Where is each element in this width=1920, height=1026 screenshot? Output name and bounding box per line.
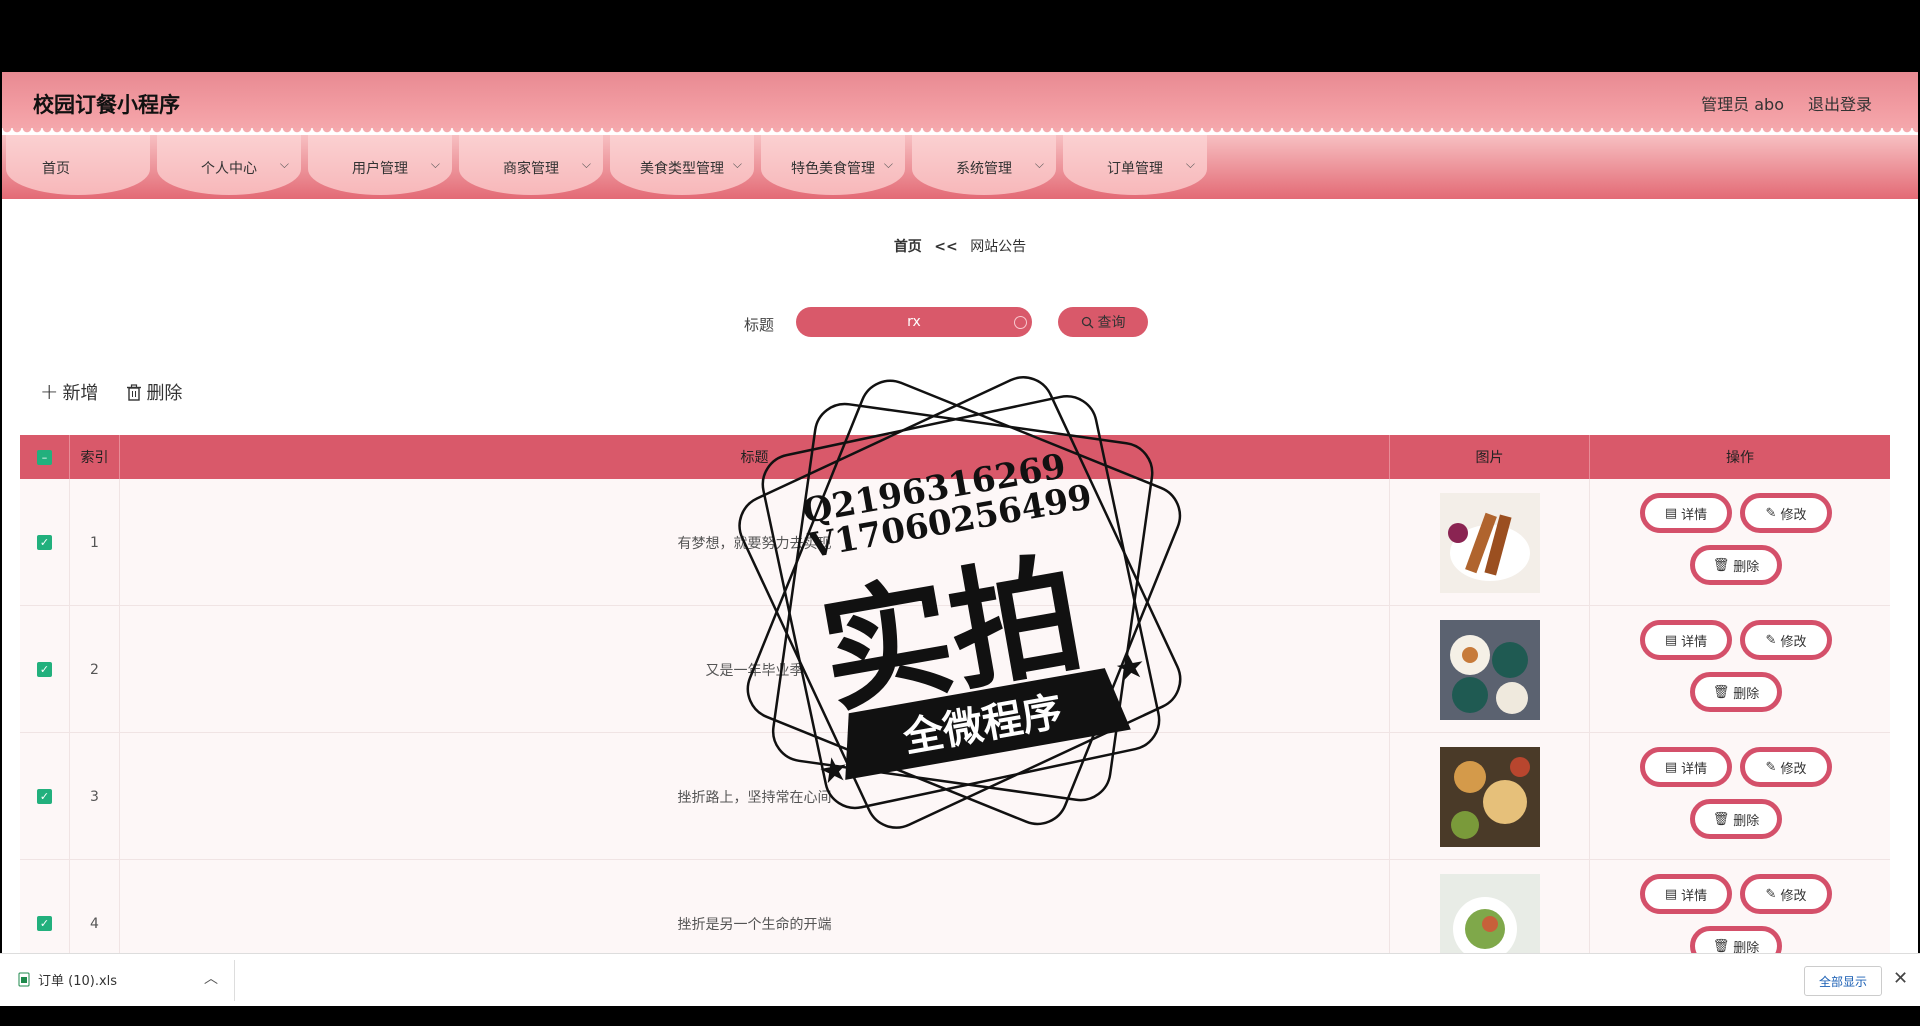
chevron-down-icon: ⌵: [430, 157, 440, 171]
select-all-checkbox[interactable]: –: [37, 449, 52, 465]
search-title-input[interactable]: [796, 307, 1032, 337]
excel-file-icon: [18, 972, 30, 987]
row-checkbox[interactable]: ✓: [37, 662, 52, 677]
row-index: 1: [70, 479, 120, 606]
nav-item-system[interactable]: 系统管理 ⌵: [912, 135, 1056, 195]
header-select-all[interactable]: –: [20, 435, 70, 479]
edit-button[interactable]: ✎ 修改: [1740, 747, 1832, 787]
download-bar: 订单 (10).xls ︿ 全部显示 ✕: [0, 953, 1920, 1006]
breadcrumb-current: 网站公告: [970, 239, 1027, 255]
row-checkbox[interactable]: ✓: [37, 535, 52, 550]
header-actions: 操作: [1726, 450, 1754, 466]
detail-button[interactable]: ▤ 详情: [1640, 493, 1732, 533]
detail-button[interactable]: ▤ 详情: [1640, 620, 1732, 660]
trash-icon: 🗑: [1712, 557, 1730, 573]
plus-icon: +: [40, 379, 59, 405]
breadcrumb-separator: <<: [934, 239, 958, 255]
row-index: 2: [70, 606, 120, 733]
breadcrumb-home[interactable]: 首页: [894, 239, 922, 255]
download-item[interactable]: 订单 (10).xls: [18, 970, 117, 989]
delete-button[interactable]: 🗑 删除: [1690, 799, 1782, 839]
chevron-up-icon[interactable]: ︿: [204, 968, 218, 988]
search-button[interactable]: 查询: [1058, 307, 1148, 337]
row-checkbox[interactable]: ✓: [37, 916, 52, 931]
food-thumbnail[interactable]: [1439, 492, 1540, 593]
app-window: 校园订餐小程序 管理员 abo 退出登录 首页 个人中心 ⌵ 用户管理 ⌵ 商家管理…: [2, 72, 1918, 1006]
header-index: 索引: [70, 435, 120, 479]
row-image-cell: [1390, 733, 1590, 860]
trash-icon: [127, 383, 142, 401]
document-icon: ▤: [1664, 886, 1678, 902]
download-filename: 订单 (10).xls: [38, 974, 118, 989]
clear-input-icon[interactable]: [1014, 316, 1027, 329]
food-thumbnail[interactable]: [1439, 619, 1540, 720]
nav-item-food-types[interactable]: 美食类型管理 ⌵: [610, 135, 754, 195]
row-image-cell: [1390, 479, 1590, 606]
chevron-down-icon: ⌵: [581, 157, 591, 171]
nav-item-orders[interactable]: 订单管理 ⌵: [1063, 135, 1207, 195]
row-select-cell[interactable]: ✓: [20, 733, 70, 860]
logout-link[interactable]: 退出登录: [1808, 91, 1872, 115]
divider: [234, 960, 235, 1001]
delete-button[interactable]: 🗑 删除: [1690, 672, 1782, 712]
trash-icon: 🗑: [1712, 938, 1730, 954]
row-actions: ▤ 详情 ✎ 修改 🗑 删除: [1590, 733, 1890, 860]
row-image-cell: [1390, 606, 1590, 733]
nav-item-home[interactable]: 首页: [6, 135, 150, 195]
pencil-icon: ✎: [1765, 505, 1777, 521]
edit-button[interactable]: ✎ 修改: [1740, 493, 1832, 533]
app-title: 校园订餐小程序: [33, 93, 180, 117]
chevron-down-icon: ⌵: [883, 157, 893, 171]
detail-button[interactable]: ▤ 详情: [1640, 874, 1732, 914]
row-select-cell[interactable]: ✓: [20, 479, 70, 606]
close-icon[interactable]: ✕: [1893, 968, 1908, 989]
header-image: 图片: [1390, 435, 1590, 479]
pencil-icon: ✎: [1765, 632, 1777, 648]
document-icon: ▤: [1664, 759, 1678, 775]
row-actions: ▤ 详情 ✎ 修改 🗑 删除: [1590, 479, 1890, 606]
add-button[interactable]: + 新增: [40, 379, 98, 405]
edit-button[interactable]: ✎ 修改: [1740, 874, 1832, 914]
pencil-icon: ✎: [1765, 886, 1777, 902]
search-title-label: 标题: [744, 316, 775, 334]
header-user-area: 管理员 abo 退出登录: [1701, 91, 1872, 115]
food-thumbnail[interactable]: [1439, 746, 1540, 847]
chevron-down-icon: ⌵: [1185, 157, 1195, 171]
row-index: 3: [70, 733, 120, 860]
search-icon: [1081, 316, 1093, 328]
pencil-icon: ✎: [1765, 759, 1777, 775]
screen: 校园订餐小程序 管理员 abo 退出登录 首页 个人中心 ⌵ 用户管理 ⌵ 商家管理…: [0, 0, 1920, 1026]
admin-user-label: 管理员 abo: [1701, 95, 1784, 114]
document-icon: ▤: [1664, 632, 1678, 648]
breadcrumb: 首页 << 网站公告: [2, 236, 1918, 256]
row-checkbox[interactable]: ✓: [37, 789, 52, 804]
header: 校园订餐小程序 管理员 abo 退出登录: [2, 72, 1918, 132]
row-actions: ▤ 详情 ✎ 修改 🗑 删除: [1590, 606, 1890, 733]
show-all-button[interactable]: 全部显示: [1804, 966, 1882, 996]
delete-button[interactable]: 🗑 删除: [1690, 545, 1782, 585]
nav-item-merchants[interactable]: 商家管理 ⌵: [459, 135, 603, 195]
batch-delete-button[interactable]: 删除: [126, 379, 182, 405]
nav-item-featured-food[interactable]: 特色美食管理 ⌵: [761, 135, 905, 195]
star-icon: ★: [1112, 645, 1149, 690]
search-button-label: 查询: [1097, 315, 1126, 331]
detail-button[interactable]: ▤ 详情: [1640, 747, 1732, 787]
trash-icon: 🗑: [1712, 684, 1730, 700]
document-icon: ▤: [1664, 505, 1678, 521]
nav-item-users[interactable]: 用户管理 ⌵: [308, 135, 452, 195]
chevron-down-icon: ⌵: [279, 157, 289, 171]
chevron-down-icon: ⌵: [732, 157, 742, 171]
trash-icon: 🗑: [1712, 811, 1730, 827]
main-nav: 首页 个人中心 ⌵ 用户管理 ⌵ 商家管理 ⌵ 美食类型管理 ⌵ 特色美食管理 ⌵ 系统管…: [2, 135, 1918, 199]
row-select-cell[interactable]: ✓: [20, 606, 70, 733]
chevron-down-icon: ⌵: [1034, 157, 1044, 171]
toolbar: + 新增 删除: [40, 379, 182, 405]
edit-button[interactable]: ✎ 修改: [1740, 620, 1832, 660]
watermark-stamp: Q2196316269 V17060256499 实拍 全微程序 ★ ★: [738, 376, 1182, 829]
nav-item-profile[interactable]: 个人中心 ⌵: [157, 135, 301, 195]
